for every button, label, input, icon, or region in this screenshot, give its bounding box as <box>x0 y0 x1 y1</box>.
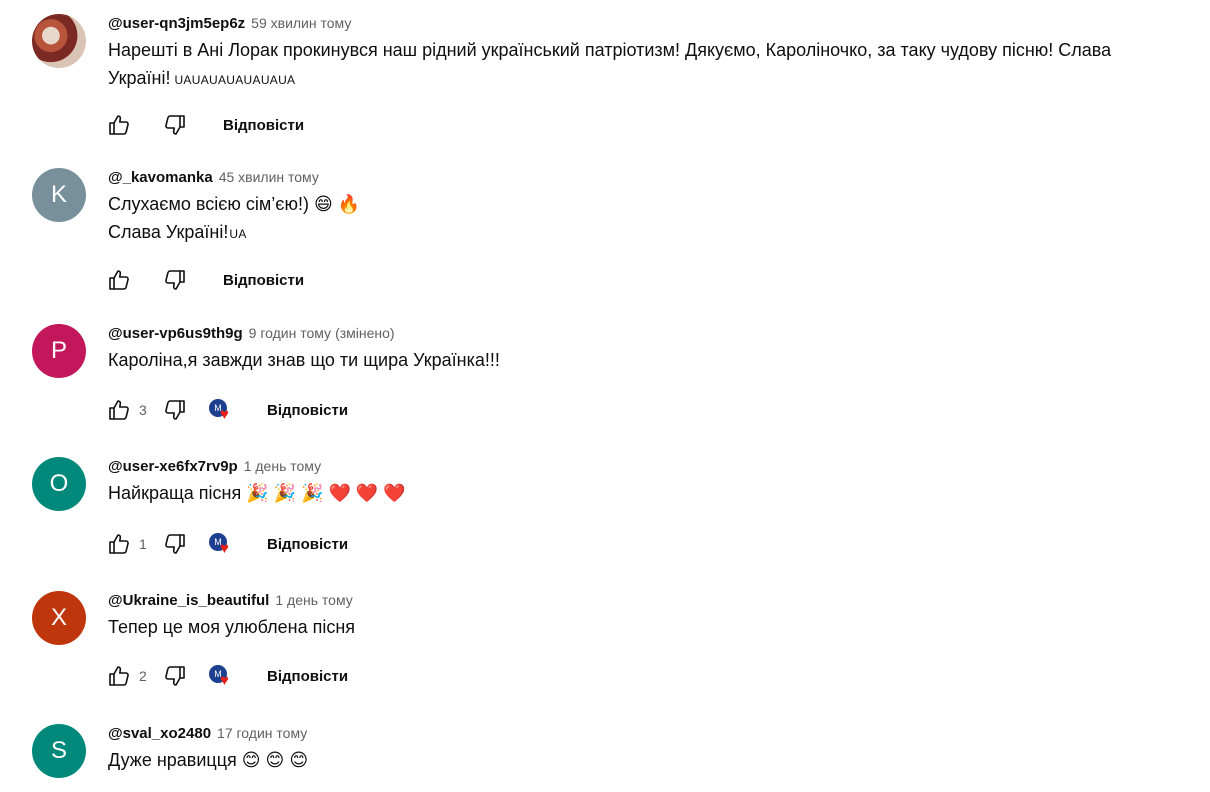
comment-header: @_kavomanka 45 хвилин тому <box>108 169 319 186</box>
edited-label: (змінено) <box>335 325 395 341</box>
comment-text-fragment: Україні! <box>108 68 171 88</box>
dislike-button[interactable] <box>161 111 189 139</box>
author-name[interactable]: @_kavomanka <box>108 169 213 186</box>
comment-header: @user-qn3jm5ep6z 59 хвилин тому <box>108 15 351 32</box>
comment-text: Кароліна,я завжди знав що ти щира Україн… <box>108 346 1198 374</box>
author-name[interactable]: @user-qn3jm5ep6z <box>108 15 245 32</box>
thumbs-down-icon <box>165 115 185 135</box>
comment-text-line: Найкраща пісня 🎉 🎉 🎉 ❤️ ❤️ ❤️ <box>108 483 406 503</box>
avatar-letter: S <box>50 737 67 764</box>
comment-text-line: Кароліна,я завжди знав що ти щира Україн… <box>108 350 500 370</box>
creator-heart-icon: ♥ <box>220 406 229 423</box>
comment-text: Найкраща пісня 🎉 🎉 🎉 ❤️ ❤️ ❤️ <box>108 479 1198 507</box>
author-name[interactable]: @user-vp6us9th9g <box>108 325 243 342</box>
comment-actions: 3 M ♥ Відповісти <box>105 396 348 424</box>
thumbs-up-icon <box>109 115 129 135</box>
comment-header: @sval_xo2480 17 годин тому <box>108 725 307 742</box>
like-button[interactable] <box>105 396 133 424</box>
like-button[interactable] <box>105 530 133 558</box>
avatar[interactable]: K <box>32 168 86 222</box>
comment-text: Слухаємо всією сім’єю!) 😄 🔥 Слава Україн… <box>108 190 1198 248</box>
comment-header: @Ukraine_is_beautiful 1 день тому <box>108 592 353 609</box>
timestamp[interactable]: 1 день тому <box>275 592 352 608</box>
thumbs-up-icon <box>109 400 129 420</box>
flag-emoji-text: UA <box>229 227 247 241</box>
avatar[interactable]: S <box>32 724 86 778</box>
avatar[interactable] <box>32 14 86 68</box>
timestamp[interactable]: 45 хвилин тому <box>219 169 319 185</box>
thumbs-down-icon <box>165 400 185 420</box>
like-button[interactable] <box>105 266 133 294</box>
comment-text-line: Україні! UAUAUAUAUAUAUA <box>108 64 1198 94</box>
thumbs-up-icon <box>109 270 129 290</box>
timestamp[interactable]: 17 годин тому <box>217 725 307 741</box>
like-count: 3 <box>139 402 147 418</box>
timestamp[interactable]: 1 день тому <box>244 458 321 474</box>
dislike-button[interactable] <box>161 530 189 558</box>
timestamp[interactable]: 59 хвилин тому <box>251 15 351 31</box>
reply-button[interactable]: Відповісти <box>267 536 348 553</box>
dislike-button[interactable] <box>161 266 189 294</box>
dislike-button[interactable] <box>161 662 189 690</box>
comment-text-line: Слухаємо всією сім’єю!) 😄 🔥 <box>108 194 361 214</box>
avatar-letter: X <box>50 604 67 631</box>
reply-button[interactable]: Відповісти <box>223 272 304 289</box>
thumbs-up-icon <box>109 666 129 686</box>
thumbs-up-icon <box>109 534 129 554</box>
comment-text-line: Нарешті в Ані Лорак прокинувся наш рідни… <box>108 40 1112 60</box>
author-name[interactable]: @user-xe6fx7rv9p <box>108 458 238 475</box>
creator-heart-badge: M ♥ <box>209 397 235 423</box>
reply-button[interactable]: Відповісти <box>267 668 348 685</box>
avatar-letter: P <box>50 337 67 364</box>
comment-text: Тепер це моя улюблена пісня <box>108 613 1198 641</box>
like-count: 1 <box>139 536 147 552</box>
creator-heart-badge: M ♥ <box>209 531 235 557</box>
avatar[interactable]: P <box>32 324 86 378</box>
reply-button[interactable]: Відповісти <box>267 402 348 419</box>
avatar[interactable]: X <box>32 591 86 645</box>
like-count: 2 <box>139 668 147 684</box>
thumbs-down-icon <box>165 534 185 554</box>
thumbs-down-icon <box>165 270 185 290</box>
dislike-button[interactable] <box>161 396 189 424</box>
comment-actions: Відповісти <box>105 266 304 294</box>
creator-heart-badge: M ♥ <box>209 663 235 689</box>
creator-heart-icon: ♥ <box>220 540 229 557</box>
comment-text-fragment: Слава Україні! <box>108 222 229 242</box>
comment-actions: 2 M ♥ Відповісти <box>105 662 348 690</box>
author-name[interactable]: @sval_xo2480 <box>108 725 211 742</box>
comment-text-line: Слава Україні!UA <box>108 218 1198 248</box>
avatar[interactable]: O <box>32 457 86 511</box>
comment-header: @user-xe6fx7rv9p 1 день тому <box>108 458 321 475</box>
comment-header: @user-vp6us9th9g 9 годин тому (змінено) <box>108 325 395 342</box>
like-button[interactable] <box>105 111 133 139</box>
comment-actions: Відповісти <box>105 111 304 139</box>
avatar-letter: K <box>50 181 67 208</box>
timestamp[interactable]: 9 годин тому <box>249 325 331 341</box>
comment-actions: 1 M ♥ Відповісти <box>105 530 348 558</box>
author-name[interactable]: @Ukraine_is_beautiful <box>108 592 269 609</box>
comment-text: Дуже нравицця 😊 😊 😊 <box>108 746 1198 774</box>
comment-text: Нарешті в Ані Лорак прокинувся наш рідни… <box>108 36 1198 94</box>
comment-text-line: Тепер це моя улюблена пісня <box>108 617 356 637</box>
flag-emoji-text: UAUAUAUAUAUAUA <box>174 73 296 87</box>
avatar-letter: O <box>49 470 69 497</box>
creator-heart-icon: ♥ <box>220 672 229 689</box>
comment-text-line: Дуже нравицця 😊 😊 😊 <box>108 750 309 770</box>
reply-button[interactable]: Відповісти <box>223 117 304 134</box>
thumbs-down-icon <box>165 666 185 686</box>
like-button[interactable] <box>105 662 133 690</box>
